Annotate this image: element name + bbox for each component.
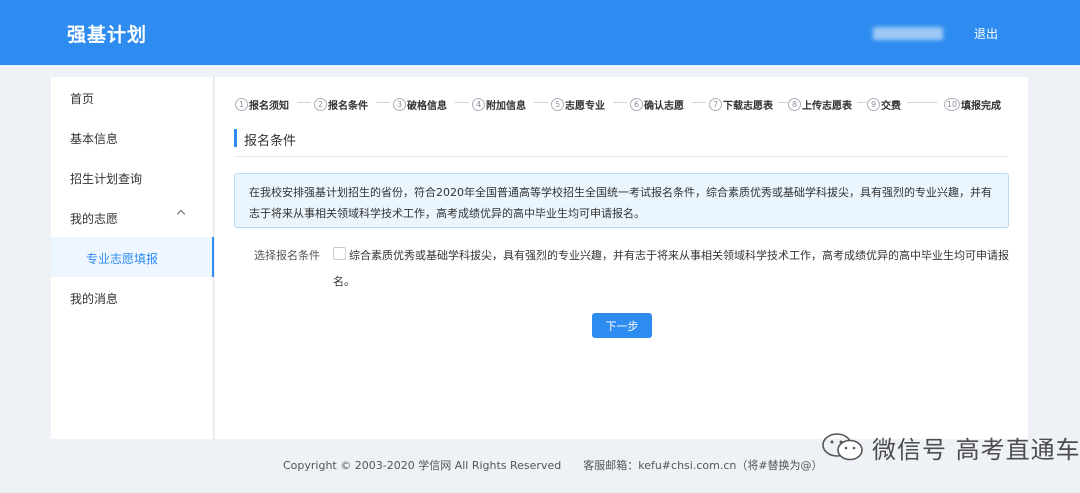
support-email: 客服邮箱：kefu#chsi.com.cn（将#替换为@） — [583, 459, 823, 472]
step-2: 2 报名条件 — [314, 94, 368, 112]
step-1: 1 报名须知 — [235, 94, 289, 112]
step-number: 1 — [235, 98, 248, 111]
step-label: 附加信息 — [486, 101, 526, 112]
step-label: 交费 — [881, 101, 901, 112]
condition-checkbox[interactable] — [333, 247, 346, 260]
step-number: 2 — [314, 98, 327, 111]
step-10: 10 填报完成 — [944, 94, 1001, 112]
step-9: 9 交费 — [867, 94, 901, 112]
step-7: 7 下载志愿表 — [709, 94, 773, 112]
step-3: 3 破格信息 — [393, 94, 447, 112]
step-label: 志愿专业 — [565, 101, 605, 112]
copyright-text: Copyright © 2003-2020 学信网 All Rights Res… — [283, 459, 562, 472]
section-title: 报名条件 — [244, 134, 297, 149]
sidebar-item-home[interactable]: 首页 — [51, 77, 214, 117]
step-number: 3 — [393, 98, 406, 111]
wechat-icon — [822, 433, 863, 461]
sidebar-item-label: 我的志愿 — [70, 212, 119, 226]
step-number: 5 — [551, 98, 564, 111]
section-accent-bar — [234, 129, 237, 147]
chevron-up-icon — [176, 209, 186, 219]
notice-box: 在我校安排强基计划招生的省份，符合2020年全国普通高等学校招生全国统一考试报名… — [234, 173, 1009, 228]
step-4: 4 附加信息 — [472, 94, 526, 112]
step-label: 破格信息 — [407, 101, 447, 112]
step-connector — [455, 102, 469, 103]
sidebar-item-label: 基本信息 — [70, 132, 119, 146]
step-connector — [778, 102, 788, 103]
sidebar-item-label: 专业志愿填报 — [86, 252, 159, 266]
step-connector — [534, 102, 548, 103]
section-header: 报名条件 — [234, 129, 1008, 157]
step-label: 报名须知 — [249, 101, 289, 112]
step-number: 9 — [867, 98, 880, 111]
sidebar-item-major-application[interactable]: 专业志愿填报 — [51, 237, 214, 277]
logout-link[interactable]: 退出 — [974, 25, 998, 42]
sidebar-item-label: 首页 — [70, 92, 95, 106]
step-number: 7 — [709, 98, 722, 111]
step-number: 8 — [788, 98, 801, 111]
condition-label: 选择报名条件 — [254, 249, 320, 262]
step-label: 报名条件 — [328, 101, 368, 112]
watermark-text: 微信号 高考直通车 — [872, 436, 1080, 464]
top-bar: 强基计划 退出 — [0, 0, 1080, 65]
step-progress: 1 报名须知 2 报名条件 3 破格信息 4 附加信息 5 志愿专业 6 确认志愿 7 下载志… — [235, 94, 1021, 112]
sidebar-item-basic-info[interactable]: 基本信息 — [51, 117, 214, 157]
step-connector — [297, 102, 311, 103]
step-5: 5 志愿专业 — [551, 94, 605, 112]
step-number: 6 — [630, 98, 643, 111]
sidebar-item-label: 我的消息 — [70, 292, 119, 306]
sidebar: 首页 基本信息 招生计划查询 我的志愿 专业志愿填报 我的消息 — [51, 77, 214, 439]
sidebar-item-my-applications[interactable]: 我的志愿 — [51, 197, 214, 237]
step-8: 8 上传志愿表 — [788, 94, 852, 112]
step-connector — [376, 102, 390, 103]
condition-text: 综合素质优秀或基础学科拔尖，具有强烈的专业兴趣，并有志于将来从事相关领域科学技术… — [333, 249, 1009, 288]
step-connector — [907, 102, 937, 103]
footer: Copyright © 2003-2020 学信网 All Rights Res… — [283, 457, 823, 473]
sidebar-item-label: 招生计划查询 — [70, 172, 143, 186]
user-name-blurred — [873, 27, 943, 40]
step-connector — [857, 102, 867, 103]
main-panel: 1 报名须知 2 报名条件 3 破格信息 4 附加信息 5 志愿专业 6 确认志愿 7 下载志… — [215, 77, 1028, 439]
step-connector — [613, 102, 627, 103]
sidebar-item-messages[interactable]: 我的消息 — [51, 277, 214, 317]
step-number: 10 — [944, 98, 960, 111]
step-connector — [692, 102, 706, 103]
app-title: 强基计划 — [67, 24, 148, 46]
step-label: 确认志愿 — [644, 101, 684, 112]
step-label: 上传志愿表 — [802, 101, 852, 112]
step-6: 6 确认志愿 — [630, 94, 684, 112]
sidebar-item-enrollment-plan[interactable]: 招生计划查询 — [51, 157, 214, 197]
next-step-button[interactable]: 下一步 — [592, 313, 652, 338]
step-label: 填报完成 — [961, 101, 1001, 112]
step-label: 下载志愿表 — [723, 101, 773, 112]
step-number: 4 — [472, 98, 485, 111]
